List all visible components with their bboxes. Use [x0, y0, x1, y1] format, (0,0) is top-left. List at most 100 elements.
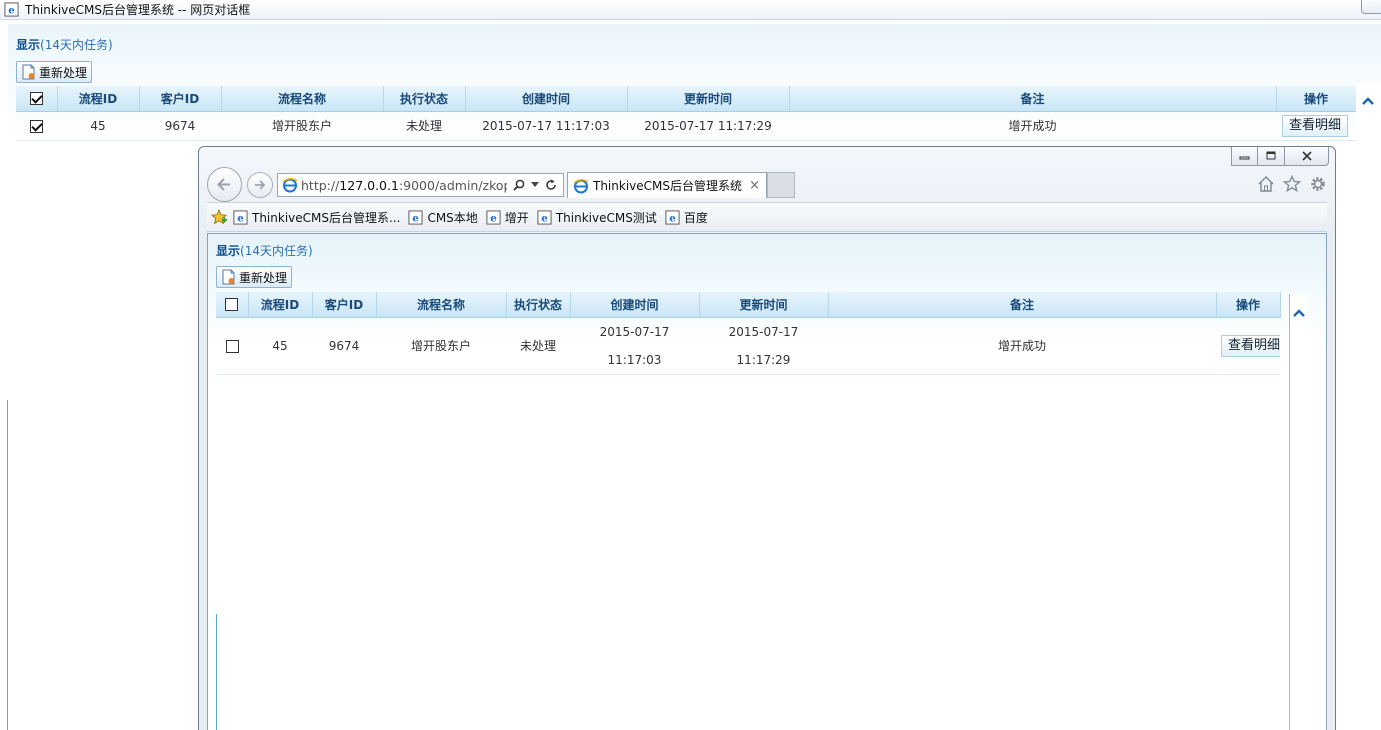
inner-section-title: 显示(14天内任务): [216, 244, 313, 258]
ie-logo-icon: e: [486, 209, 501, 224]
table-row[interactable]: 45 9674 增开股东户 未处理 2015-07-17 11:17:03 201…: [216, 317, 1280, 375]
created-time: 11:17:03: [607, 352, 662, 367]
col-created[interactable]: 创建时间: [570, 292, 700, 318]
svg-text:e: e: [541, 212, 548, 224]
cell-flow-name: 增开股东户: [376, 317, 506, 375]
svg-text:e: e: [490, 212, 497, 224]
favorites-bar: e ThinkiveCMS后台管理系... e CMS本地 e 增开 e Thi…: [207, 202, 1327, 232]
svg-text:e: e: [413, 212, 420, 224]
select-all-checkbox[interactable]: [29, 92, 43, 106]
maximize-button[interactable]: [1258, 147, 1285, 166]
search-icon[interactable]: [513, 179, 525, 191]
select-all-cell[interactable]: [16, 86, 58, 112]
document-refresh-icon: [22, 64, 35, 80]
favorite-link-baidu[interactable]: e 百度: [665, 209, 708, 226]
cell-flow-id: 45: [57, 111, 139, 141]
select-all-checkbox[interactable]: [225, 298, 239, 312]
window-close-button[interactable]: [1285, 147, 1329, 166]
window-caption-buttons: [1231, 147, 1329, 166]
cell-status: 未处理: [383, 111, 465, 141]
select-all-cell[interactable]: [216, 292, 249, 318]
col-created[interactable]: 创建时间: [465, 86, 628, 112]
cell-flow-id: 45: [248, 317, 312, 375]
favorite-link-zengkai[interactable]: e 增开: [486, 209, 529, 226]
maximize-icon: [1266, 151, 1276, 160]
cell-remark: 增开成功: [789, 111, 1276, 141]
favorite-link-cms-admin[interactable]: e ThinkiveCMS后台管理系...: [233, 209, 400, 226]
home-icon[interactable]: [1257, 175, 1275, 193]
back-button[interactable]: [207, 167, 242, 202]
ie-logo-icon: e: [408, 209, 423, 224]
outer-scrollbar[interactable]: [1356, 84, 1381, 724]
favorite-link-cms-local[interactable]: e CMS本地: [408, 209, 478, 226]
col-status[interactable]: 执行状态: [383, 86, 466, 112]
forward-button[interactable]: [247, 172, 273, 198]
new-tab-button[interactable]: [767, 172, 795, 198]
forward-arrow-icon: [255, 180, 266, 190]
refresh-icon[interactable]: [545, 179, 557, 191]
col-flow-id[interactable]: 流程ID: [248, 292, 313, 318]
cell-client-id: 9674: [312, 317, 376, 375]
ie-logo-icon: e: [233, 209, 248, 224]
cell-updated: 2015-07-17 11:17:29: [699, 317, 828, 375]
tab-close-button[interactable]: ×: [749, 178, 760, 193]
row-checkbox[interactable]: [225, 339, 239, 353]
dialog-close-button[interactable]: [1361, 0, 1381, 14]
col-updated[interactable]: 更新时间: [627, 86, 790, 112]
row-select-cell[interactable]: [16, 111, 57, 141]
outer-redo-button[interactable]: 重新处理: [16, 61, 93, 83]
view-detail-button[interactable]: 查看明细: [1281, 114, 1348, 137]
ie-logo-icon: e: [665, 209, 680, 224]
view-detail-button[interactable]: 查看明细: [1220, 334, 1280, 357]
divider: [216, 614, 217, 730]
ie-logo-icon: [282, 178, 298, 193]
ie-browser-window: http://127.0.0.1:9000/admin/zkopen Think…: [198, 146, 1336, 730]
svg-text:e: e: [669, 212, 676, 224]
back-arrow-icon: [217, 178, 230, 191]
chevron-up-icon[interactable]: [1292, 308, 1306, 318]
cell-remark: 增开成功: [828, 317, 1216, 375]
col-remark[interactable]: 备注: [789, 86, 1277, 112]
table-header-row: 流程ID 客户ID 流程名称 执行状态 创建时间 更新时间 备注 操作: [216, 292, 1281, 318]
col-client-id[interactable]: 客户ID: [139, 86, 222, 112]
cell-client-id: 9674: [139, 111, 221, 141]
favorite-link-cms-test[interactable]: e ThinkiveCMS测试: [537, 209, 657, 226]
inner-redo-button[interactable]: 重新处理: [216, 266, 293, 288]
col-flow-name[interactable]: 流程名称: [221, 86, 384, 112]
col-updated[interactable]: 更新时间: [699, 292, 829, 318]
url-text[interactable]: http://127.0.0.1:9000/admin/zkopen: [301, 178, 507, 193]
dialog-title: ThinkiveCMS后台管理系统 -- 网页对话框: [25, 3, 251, 17]
minimize-button[interactable]: [1231, 147, 1258, 166]
cell-created: 2015-07-17 11:17:03: [570, 317, 699, 375]
svg-text:e: e: [8, 5, 15, 17]
gear-icon[interactable]: [1309, 175, 1327, 193]
chevron-up-icon[interactable]: [1361, 96, 1375, 106]
cell-action: 查看明细: [1216, 317, 1280, 375]
updated-time: 11:17:29: [736, 352, 791, 367]
table-header-row: 流程ID 客户ID 流程名称 执行状态 创建时间 更新时间 备注 操作: [16, 86, 1357, 112]
inner-scrollbar[interactable]: [1289, 294, 1308, 730]
tab-title: ThinkiveCMS后台管理系统: [593, 179, 742, 193]
col-status[interactable]: 执行状态: [506, 292, 571, 318]
star-outline-icon[interactable]: [1283, 175, 1301, 193]
outer-task-table: 流程ID 客户ID 流程名称 执行状态 创建时间 更新时间 备注 操作 45 9…: [16, 86, 1357, 141]
browser-viewport: 显示(14天内任务) 重新处理 流程ID 客户ID 流程名称 执行状态 创建时间…: [207, 233, 1327, 730]
col-remark[interactable]: 备注: [828, 292, 1217, 318]
created-date: 2015-07-17: [599, 324, 670, 339]
favorites-star-icon[interactable]: [211, 209, 227, 225]
row-checkbox[interactable]: [30, 119, 43, 133]
address-bar[interactable]: http://127.0.0.1:9000/admin/zkopen: [277, 173, 564, 197]
cell-status: 未处理: [506, 317, 570, 375]
browser-tab[interactable]: ThinkiveCMS后台管理系统 ×: [567, 172, 767, 198]
dialog-title-bar: e ThinkiveCMS后台管理系统 -- 网页对话框: [0, 0, 1381, 20]
table-row[interactable]: 45 9674 增开股东户 未处理 2015-07-17 11:17:03 20…: [16, 111, 1356, 141]
row-select-cell[interactable]: [216, 317, 248, 375]
minimize-icon: [1239, 156, 1249, 160]
col-flow-id[interactable]: 流程ID: [57, 86, 140, 112]
col-flow-name[interactable]: 流程名称: [376, 292, 507, 318]
chevron-down-icon[interactable]: [531, 182, 539, 188]
col-client-id[interactable]: 客户ID: [312, 292, 377, 318]
outer-section-title: 显示(14天内任务): [16, 38, 113, 52]
close-icon: [1301, 151, 1312, 161]
updated-date: 2015-07-17: [728, 324, 799, 339]
